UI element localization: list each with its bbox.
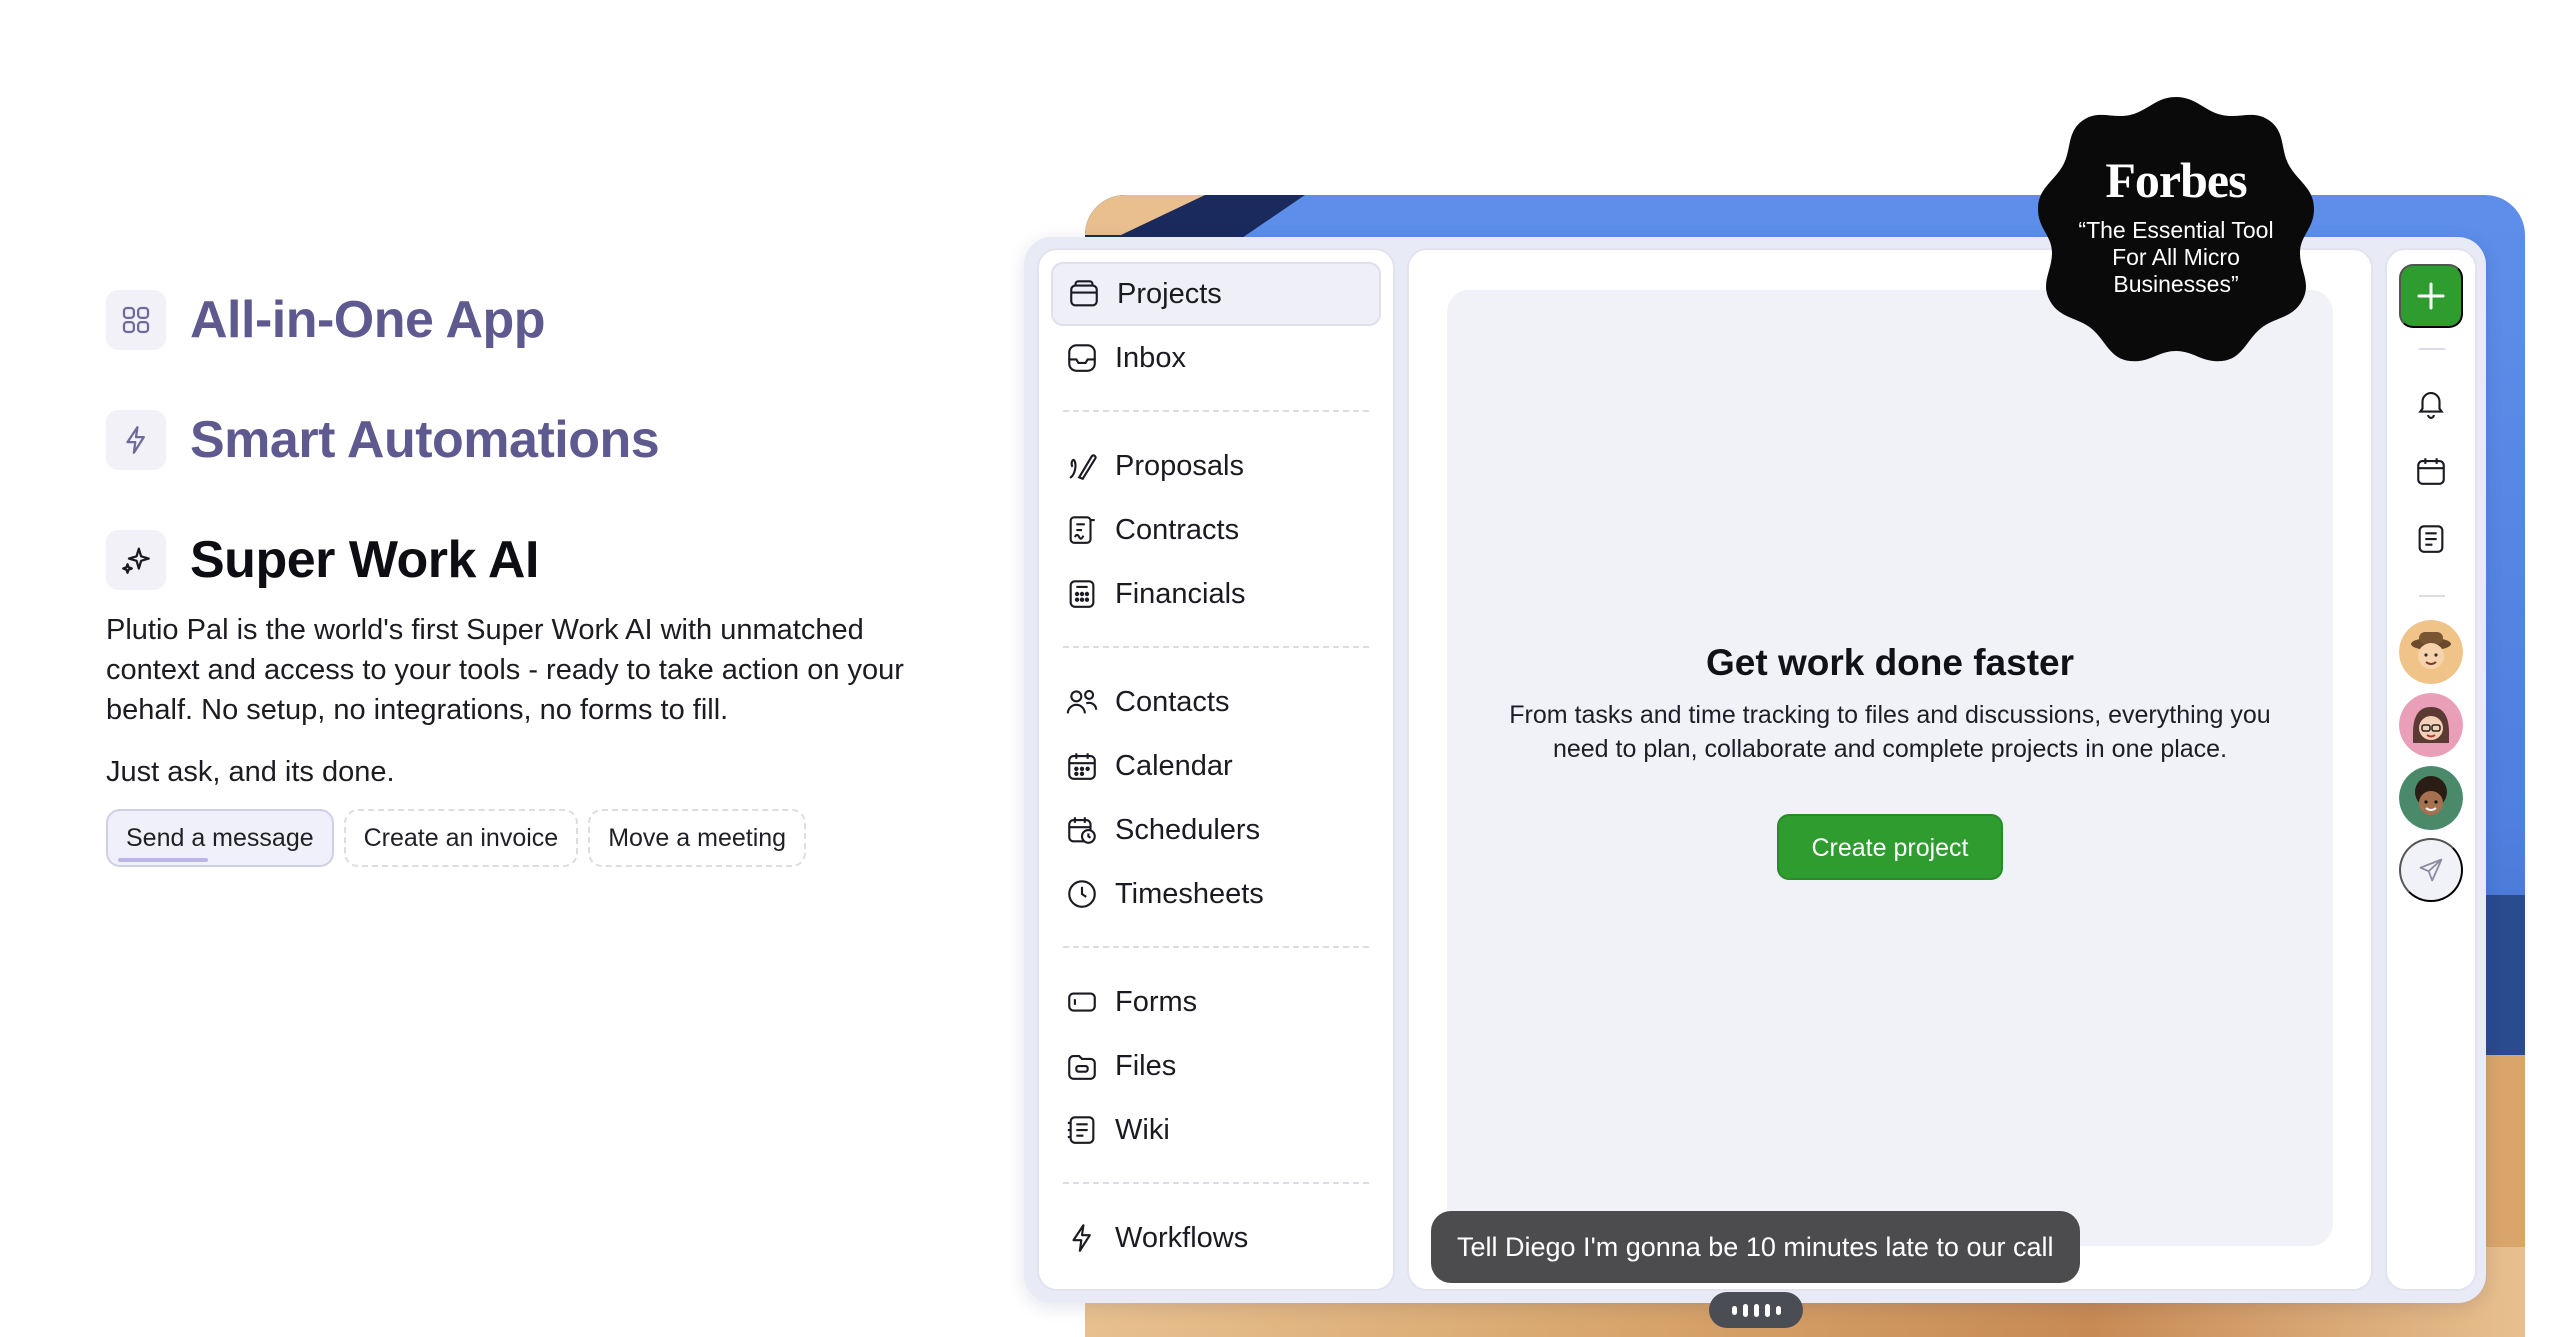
sidebar-item-financials[interactable]: Financials	[1051, 562, 1381, 626]
contract-icon	[1069, 516, 1095, 544]
feature-title: Super Work AI	[190, 531, 539, 589]
calculator-icon	[1069, 580, 1095, 608]
clock-icon	[1068, 880, 1096, 908]
inbox-icon	[1068, 344, 1096, 372]
nav-divider	[1063, 646, 1369, 648]
feature-title: Smart Automations	[190, 411, 660, 469]
sidebar-item-label: Financials	[1115, 577, 1246, 610]
plus-icon	[2417, 282, 2445, 310]
empty-state-title: Get work done faster	[1705, 642, 2075, 683]
rail-divider	[2419, 348, 2445, 350]
sidebar-item-forms[interactable]: Forms	[1051, 970, 1381, 1034]
feature-title: All-in-One App	[190, 291, 546, 349]
sidebar-item-timesheets[interactable]: Timesheets	[1051, 862, 1381, 926]
right-rail	[2385, 248, 2477, 1291]
sidebar-item-label: Calendar	[1115, 749, 1233, 782]
feature-super-work-ai[interactable]: Super Work AI	[106, 530, 966, 590]
scheduler-icon	[1068, 817, 1096, 844]
sidebar-item-label: Timesheets	[1115, 877, 1264, 910]
features-section: All-in-One App Smart Automations Super W…	[106, 290, 966, 867]
sidebar-item-workflows[interactable]: Workflows	[1051, 1206, 1381, 1270]
sidebar-item-label: Schedulers	[1115, 813, 1261, 846]
nav-divider	[1063, 1182, 1369, 1184]
empty-state: Get work done faster From tasks and time…	[1447, 642, 2333, 880]
forbes-quote: “The Essential Tool For All Micro Busine…	[2078, 217, 2274, 297]
chip-move-meeting[interactable]: Move a meeting	[588, 809, 807, 867]
sidebar-item-label: Projects	[1117, 277, 1222, 310]
sidebar-item-files[interactable]: Files	[1051, 1034, 1381, 1098]
sidebar-item-label: Workflows	[1115, 1221, 1249, 1254]
sidebar-item-contracts[interactable]: Contracts	[1051, 498, 1381, 562]
avatar[interactable]	[2399, 620, 2463, 684]
sidebar-item-label: Contracts	[1115, 513, 1240, 546]
prompt-chips: Send a message Create an invoice Move a …	[106, 809, 966, 867]
ai-description: Plutio Pal is the world's first Super Wo…	[106, 614, 904, 726]
empty-state-card: Get work done faster From tasks and time…	[1447, 290, 2333, 1246]
add-button[interactable]	[2399, 264, 2463, 328]
calendar-icon[interactable]	[2411, 451, 2451, 491]
chip-send-message[interactable]: Send a message	[106, 809, 334, 867]
sidebar-item-projects[interactable]: Projects	[1051, 262, 1381, 326]
sidebar-item-label: Contacts	[1115, 685, 1230, 718]
forbes-logo: Forbes	[2105, 152, 2247, 208]
send-button[interactable]	[2399, 838, 2463, 902]
rail-divider	[2419, 595, 2445, 597]
create-project-button[interactable]: Create project	[1777, 814, 2003, 880]
notes-icon[interactable]	[2411, 519, 2451, 559]
sidebar-item-label: Wiki	[1115, 1113, 1170, 1146]
nav-divider	[1063, 946, 1369, 948]
sidebar-item-schedulers[interactable]: Schedulers	[1051, 798, 1381, 862]
file-folder-icon	[1068, 1055, 1096, 1080]
sidebar-nav: Projects Inbox Proposals Contracts Finan…	[1037, 248, 1395, 1291]
sidebar-item-label: Forms	[1115, 985, 1198, 1018]
sidebar-item-contacts[interactable]: Contacts	[1051, 670, 1381, 734]
sparkle-icon	[106, 530, 166, 590]
ai-ask-text: Just ask, and its done.	[106, 756, 395, 788]
calendar-icon	[1068, 753, 1096, 780]
avatar[interactable]	[2399, 766, 2463, 830]
feature-all-in-one[interactable]: All-in-One App	[106, 290, 966, 350]
nav-divider	[1063, 410, 1369, 412]
sidebar-item-label: Inbox	[1115, 341, 1186, 374]
folder-icon	[1070, 280, 1098, 307]
sidebar-item-proposals[interactable]: Proposals	[1051, 434, 1381, 498]
bell-icon[interactable]	[2411, 383, 2451, 423]
send-icon	[2419, 858, 2443, 882]
users-icon	[1066, 689, 1098, 714]
sidebar-item-wiki[interactable]: Wiki	[1051, 1098, 1381, 1162]
sidebar-item-calendar[interactable]: Calendar	[1051, 734, 1381, 798]
chip-create-invoice[interactable]: Create an invoice	[343, 809, 579, 867]
form-icon	[1068, 992, 1096, 1012]
pen-icon	[1069, 454, 1097, 481]
bolt-icon	[106, 410, 166, 470]
wiki-icon	[1067, 1116, 1095, 1144]
sidebar-item-inbox[interactable]: Inbox	[1051, 326, 1381, 390]
avatar[interactable]	[2399, 693, 2463, 757]
ai-prompt-toast: Tell Diego I'm gonna be 10 minutes late …	[1431, 1211, 2080, 1283]
feature-smart-automations[interactable]: Smart Automations	[106, 410, 966, 470]
sidebar-item-label: Proposals	[1115, 449, 1244, 482]
sidebar-item-label: Files	[1115, 1049, 1177, 1082]
drag-handle[interactable]	[1709, 1292, 1803, 1328]
main-panel: Get work done faster From tasks and time…	[1407, 248, 2373, 1291]
empty-state-description: From tasks and time tracking to files an…	[1509, 701, 2271, 763]
bolt-icon	[1072, 1224, 1091, 1252]
forbes-badge: Forbes “The Essential Tool For All Micro…	[2036, 89, 2316, 369]
grid-icon	[106, 290, 166, 350]
